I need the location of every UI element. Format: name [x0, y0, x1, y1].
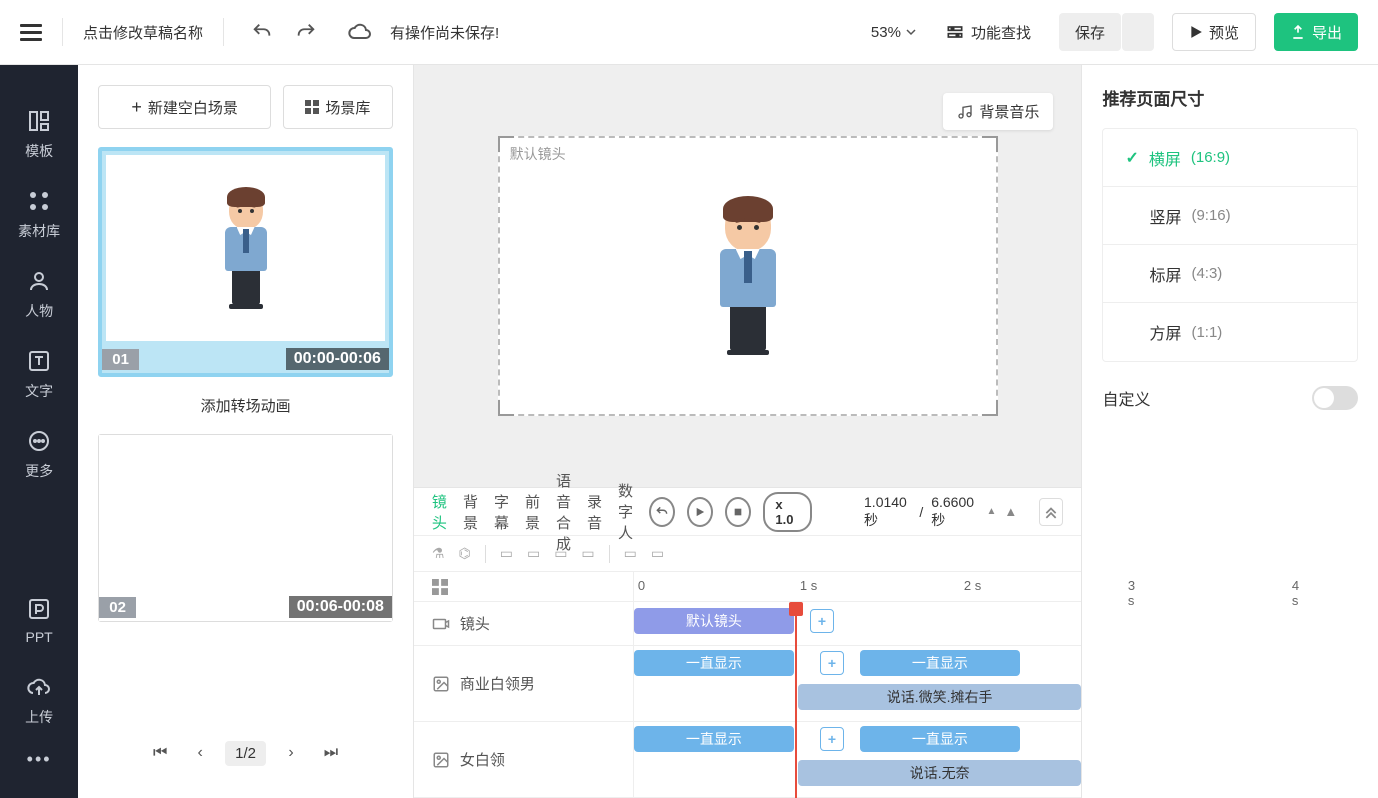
- track-shot: 镜头 默认镜头 +: [414, 602, 1082, 646]
- timeline-tab-bg[interactable]: 背景: [463, 491, 478, 533]
- add-clip-button[interactable]: +: [820, 651, 844, 675]
- timeline-tab-shot[interactable]: 镜头: [432, 491, 447, 533]
- panel-title: 推荐页面尺寸: [1102, 85, 1358, 110]
- sidebar-ppt[interactable]: PPT: [0, 581, 78, 661]
- ratio-portrait[interactable]: 竖屏(9:16): [1103, 187, 1357, 245]
- clip-always-show[interactable]: 一直显示: [634, 650, 794, 676]
- tool-align-1-icon[interactable]: ▭: [500, 545, 513, 562]
- scene-pager: ⏮ ‹ 1/2 › ⏭: [98, 728, 393, 778]
- tool-hierarchy-icon[interactable]: ⌬: [458, 545, 470, 562]
- canvas-label: 默认镜头: [510, 144, 566, 164]
- scene-library-button[interactable]: 场景库: [283, 85, 393, 129]
- clip-always-show[interactable]: 一直显示: [860, 726, 1020, 752]
- sidebar-overflow[interactable]: •••: [0, 741, 78, 778]
- tool-align-3-icon[interactable]: ▭: [554, 545, 567, 562]
- right-panel: 推荐页面尺寸 ✓横屏(16:9) 竖屏(9:16) 标屏(4:3) 方屏(1:1…: [1081, 65, 1378, 798]
- save-button[interactable]: 保存: [1059, 13, 1121, 51]
- top-bar: 点击修改草稿名称 有操作尚未保存! 53% 功能查找 保存 预览 导出: [0, 0, 1378, 65]
- tool-ungroup-icon[interactable]: ▭: [651, 545, 664, 562]
- ruler-head[interactable]: [414, 572, 634, 601]
- tool-align-4-icon[interactable]: ▭: [581, 545, 594, 562]
- expand-icon[interactable]: [1039, 498, 1063, 526]
- redo-icon[interactable]: [288, 14, 324, 50]
- stop-icon[interactable]: [725, 497, 751, 527]
- track-char2: 女白领 一直显示 + 一直显示 说话.无奈: [414, 722, 1082, 798]
- pager-last-icon[interactable]: ⏭: [316, 738, 346, 768]
- custom-label: 自定义: [1102, 386, 1150, 410]
- zoom-in-icon[interactable]: ▲: [1004, 504, 1017, 519]
- timeline-tab-subtitle[interactable]: 字幕: [494, 491, 509, 533]
- scenes-panel: +新建空白场景 场景库 01 00:00-00:06 添加转场动画 02 00:06…: [78, 65, 414, 798]
- export-button[interactable]: 导出: [1274, 13, 1358, 51]
- clip-talk-smile[interactable]: 说话.微笑.摊右手: [798, 684, 1082, 710]
- left-sidebar: 模板 素材库 人物 文字 更多 PPT 上传 •••: [0, 65, 78, 798]
- canvas-stage[interactable]: 默认镜头: [498, 136, 998, 416]
- corner-handle[interactable]: [982, 136, 998, 152]
- playhead[interactable]: [795, 602, 797, 798]
- timeline-panel: 镜头 背景 字幕 前景 语音合成 录音 数字人 x 1.0 1.0140 秒/6…: [414, 487, 1082, 798]
- cloud-icon[interactable]: [342, 14, 378, 50]
- sidebar-upload[interactable]: 上传: [0, 661, 78, 741]
- play-icon[interactable]: [687, 497, 713, 527]
- sidebar-text[interactable]: 文字: [0, 335, 78, 415]
- tool-group-icon[interactable]: ▭: [624, 545, 637, 562]
- zoom-control[interactable]: 53%: [871, 24, 917, 41]
- bgm-button[interactable]: 背景音乐: [943, 93, 1053, 130]
- draft-title[interactable]: 点击修改草稿名称: [83, 22, 203, 43]
- corner-handle[interactable]: [982, 400, 998, 416]
- add-transition[interactable]: 添加转场动画: [98, 395, 393, 416]
- pager-first-icon[interactable]: ⏮: [145, 738, 175, 768]
- clip-default-shot[interactable]: 默认镜头: [634, 608, 794, 634]
- sidebar-more[interactable]: 更多: [0, 415, 78, 495]
- scene-time: 00:00-00:06: [286, 348, 389, 370]
- pager-next-icon[interactable]: ›: [276, 738, 306, 768]
- playback-speed[interactable]: x 1.0: [763, 492, 812, 532]
- zoom-out-icon[interactable]: ▲: [987, 506, 997, 517]
- tool-align-2-icon[interactable]: ▭: [527, 545, 540, 562]
- sidebar-character[interactable]: 人物: [0, 255, 78, 335]
- menu-icon[interactable]: [20, 20, 42, 45]
- timeline-tab-avatar[interactable]: 数字人: [618, 480, 633, 543]
- ratio-square[interactable]: 方屏(1:1): [1103, 303, 1357, 361]
- sidebar-template[interactable]: 模板: [0, 95, 78, 175]
- main-area: 背景音乐 默认镜头 镜头 背景 字幕 前景 语音合成 录音 数字人: [414, 65, 1082, 798]
- custom-toggle[interactable]: [1312, 386, 1358, 410]
- scene-time: 00:06-00:08: [289, 596, 392, 618]
- scene-number: 01: [102, 349, 139, 370]
- track-char1: 商业白领男 一直显示 + 一直显示 说话.微笑.摊右手: [414, 646, 1082, 722]
- scene-card-2[interactable]: 02 00:06-00:08: [98, 434, 393, 622]
- divider: [223, 18, 224, 46]
- new-blank-scene-button[interactable]: +新建空白场景: [98, 85, 271, 129]
- pager-current: 1/2: [225, 741, 266, 766]
- ratio-standard[interactable]: 标屏(4:3): [1103, 245, 1357, 303]
- unsaved-status: 有操作尚未保存!: [390, 22, 499, 43]
- character-thumb: [216, 191, 276, 305]
- clip-talk-helpless[interactable]: 说话.无奈: [798, 760, 1082, 786]
- character-on-canvas[interactable]: [708, 201, 788, 351]
- clip-always-show[interactable]: 一直显示: [634, 726, 794, 752]
- divider: [62, 18, 63, 46]
- time-ruler[interactable]: 0 1 s 2 s 3 s 4 s: [634, 572, 1082, 601]
- rewind-icon[interactable]: [649, 497, 675, 527]
- pager-prev-icon[interactable]: ‹: [185, 738, 215, 768]
- scene-card-1[interactable]: 01 00:00-00:06: [98, 147, 393, 377]
- check-icon: ✓: [1125, 148, 1138, 168]
- add-clip-button[interactable]: +: [810, 609, 834, 633]
- timeline-time: 1.0140 秒/6.6600 秒▲▲: [864, 494, 1017, 530]
- feature-search[interactable]: 功能查找: [945, 22, 1031, 43]
- ratio-landscape[interactable]: ✓横屏(16:9): [1103, 129, 1357, 187]
- corner-handle[interactable]: [498, 400, 514, 416]
- timeline-tools: ⚗ ⌬ ▭ ▭ ▭ ▭ ▭ ▭: [414, 536, 1082, 572]
- undo-icon[interactable]: [244, 14, 280, 50]
- tool-filter-icon[interactable]: ⚗: [432, 545, 445, 562]
- add-clip-button[interactable]: +: [820, 727, 844, 751]
- sidebar-library[interactable]: 素材库: [0, 175, 78, 255]
- timeline-tab-record[interactable]: 录音: [587, 491, 602, 533]
- save-dropdown[interactable]: [1122, 13, 1154, 51]
- timeline-tab-fg[interactable]: 前景: [525, 491, 540, 533]
- clip-always-show[interactable]: 一直显示: [860, 650, 1020, 676]
- scene-number: 02: [99, 597, 136, 618]
- preview-button[interactable]: 预览: [1172, 13, 1256, 51]
